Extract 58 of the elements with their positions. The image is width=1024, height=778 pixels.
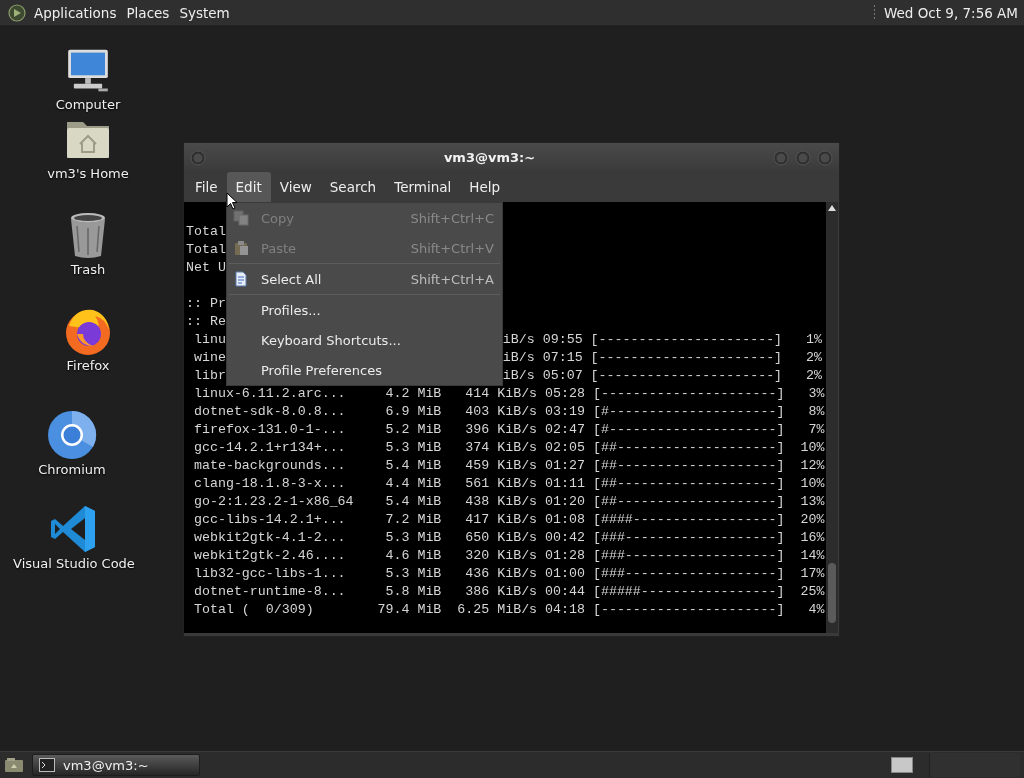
terminal-text: :: Re [186, 313, 226, 331]
terminal-text: webkit2gtk-2.46.... 4.6 MiB 320 KiB/s 01:28 [###-------------------] 14% [192, 547, 825, 565]
terminal-text: Net U [186, 259, 226, 277]
terminal-text: Total ( 0/309) 79.4 MiB 6.25 MiB/s 04:18 [----------------------] 4% [192, 601, 825, 619]
terminal-text: dotnet-sdk-8.0.8... 6.9 MiB 403 KiB/s 03:19 [#---------------------] 8% [192, 403, 825, 421]
menu-item[interactable]: File [186, 172, 227, 202]
terminal-text: mate-backgrounds... 5.4 MiB 459 KiB/s 01:27 [##--------------------] 12% [192, 457, 825, 475]
terminal-text: gcc-libs-14.2.1+... 7.2 MiB 417 KiB/s 01:08 [####------------------] 20% [192, 511, 825, 529]
chromium-icon[interactable] [45, 408, 99, 462]
icon-label[interactable]: Firefox [66, 358, 110, 373]
menu-item[interactable]: Help [460, 172, 510, 202]
window-title: vm3@vm3:~ [442, 150, 537, 165]
terminal-text: lib32-gcc-libs-1... 5.3 MiB 436 KiB/s 01:00 [###-------------------] 17% [192, 565, 825, 583]
menu-item[interactable]: Keyboard Shortcuts... [227, 325, 502, 355]
panel-menu[interactable]: System [177, 4, 238, 21]
menu-item[interactable]: View [270, 172, 321, 202]
icon-label[interactable]: Computer [55, 97, 121, 112]
terminal-text: gcc-14.2.1+r134+... 5.3 MiB 374 KiB/s 02:05 [##--------------------] 10% [192, 439, 825, 457]
terminal-text: :: Pr [186, 295, 226, 313]
menu-item[interactable]: Edit [226, 172, 271, 202]
panel-menu[interactable]: Places [124, 4, 178, 21]
panel-handle-icon [872, 3, 876, 22]
icon-label[interactable]: vm3's Home [47, 166, 129, 181]
scroll-up-icon[interactable] [828, 205, 836, 211]
terminal-text: webkit2gtk-4.1-2... 5.3 MiB 650 KiB/s 00:42 [###-------------------] 16% [192, 529, 825, 547]
document-icon [233, 271, 249, 287]
terminal-text: iB/s 09:55 [----------------------] 1% [502, 331, 822, 349]
workspace-switcher[interactable] [891, 757, 913, 773]
show-desktop-icon[interactable] [4, 756, 24, 774]
menu-logo-icon[interactable] [8, 3, 26, 22]
scrollbar[interactable] [826, 202, 838, 633]
menu-item[interactable]: Select All Shift+Ctrl+A [227, 264, 502, 294]
panel-menu[interactable]: Applications [32, 4, 125, 21]
menu-item[interactable]: Profile Preferences [227, 355, 502, 385]
terminal-text: libr [192, 367, 226, 385]
terminal-text: iB/s 05:07 [----------------------] 2% [502, 367, 822, 385]
menu-item[interactable]: Search [320, 172, 386, 202]
terminal-text: firefox-131.0-1-... 5.2 MiB 396 KiB/s 02:47 [#---------------------] 7% [192, 421, 825, 439]
terminal-text: dotnet-runtime-8... 5.8 MiB 386 KiB/s 00:44 [#####-----------------] 25% [192, 583, 825, 601]
terminal-text: clang-18.1.8-3-x... 4.4 MiB 561 KiB/s 01:11 [##--------------------] 10% [192, 475, 825, 493]
terminal-text: Total [186, 241, 226, 259]
scrollbar-thumb[interactable] [828, 563, 836, 623]
terminal-text: iB/s 07:15 [----------------------] 2% [502, 349, 822, 367]
copy-icon [233, 210, 249, 226]
terminal-text: linu [192, 331, 226, 349]
terminal-text: go-2:1.23.2-1-x86_64 5.4 MiB 438 KiB/s 01:20 [##--------------------] 13% [192, 493, 825, 511]
icon-label[interactable]: Trash [70, 262, 106, 277]
clock[interactable]: Wed Oct 9, 7:56 AM [883, 4, 1018, 21]
terminal-text: wine [192, 349, 226, 367]
terminal-text: Total [186, 223, 226, 241]
paste-icon [233, 240, 249, 256]
icon-label[interactable]: Visual Studio Code [13, 556, 135, 571]
menu-item[interactable]: Terminal [385, 172, 461, 202]
icon-label[interactable]: Chromium [38, 462, 106, 477]
menu-item[interactable]: Profiles... [227, 295, 502, 325]
terminal-text: linux-6.11.2.arc... 4.2 MiB 414 KiB/s 05:28 [----------------------] 3% [192, 385, 825, 403]
terminal-icon [39, 758, 55, 772]
taskbar-button[interactable]: vm3@vm3:~ [32, 754, 200, 776]
